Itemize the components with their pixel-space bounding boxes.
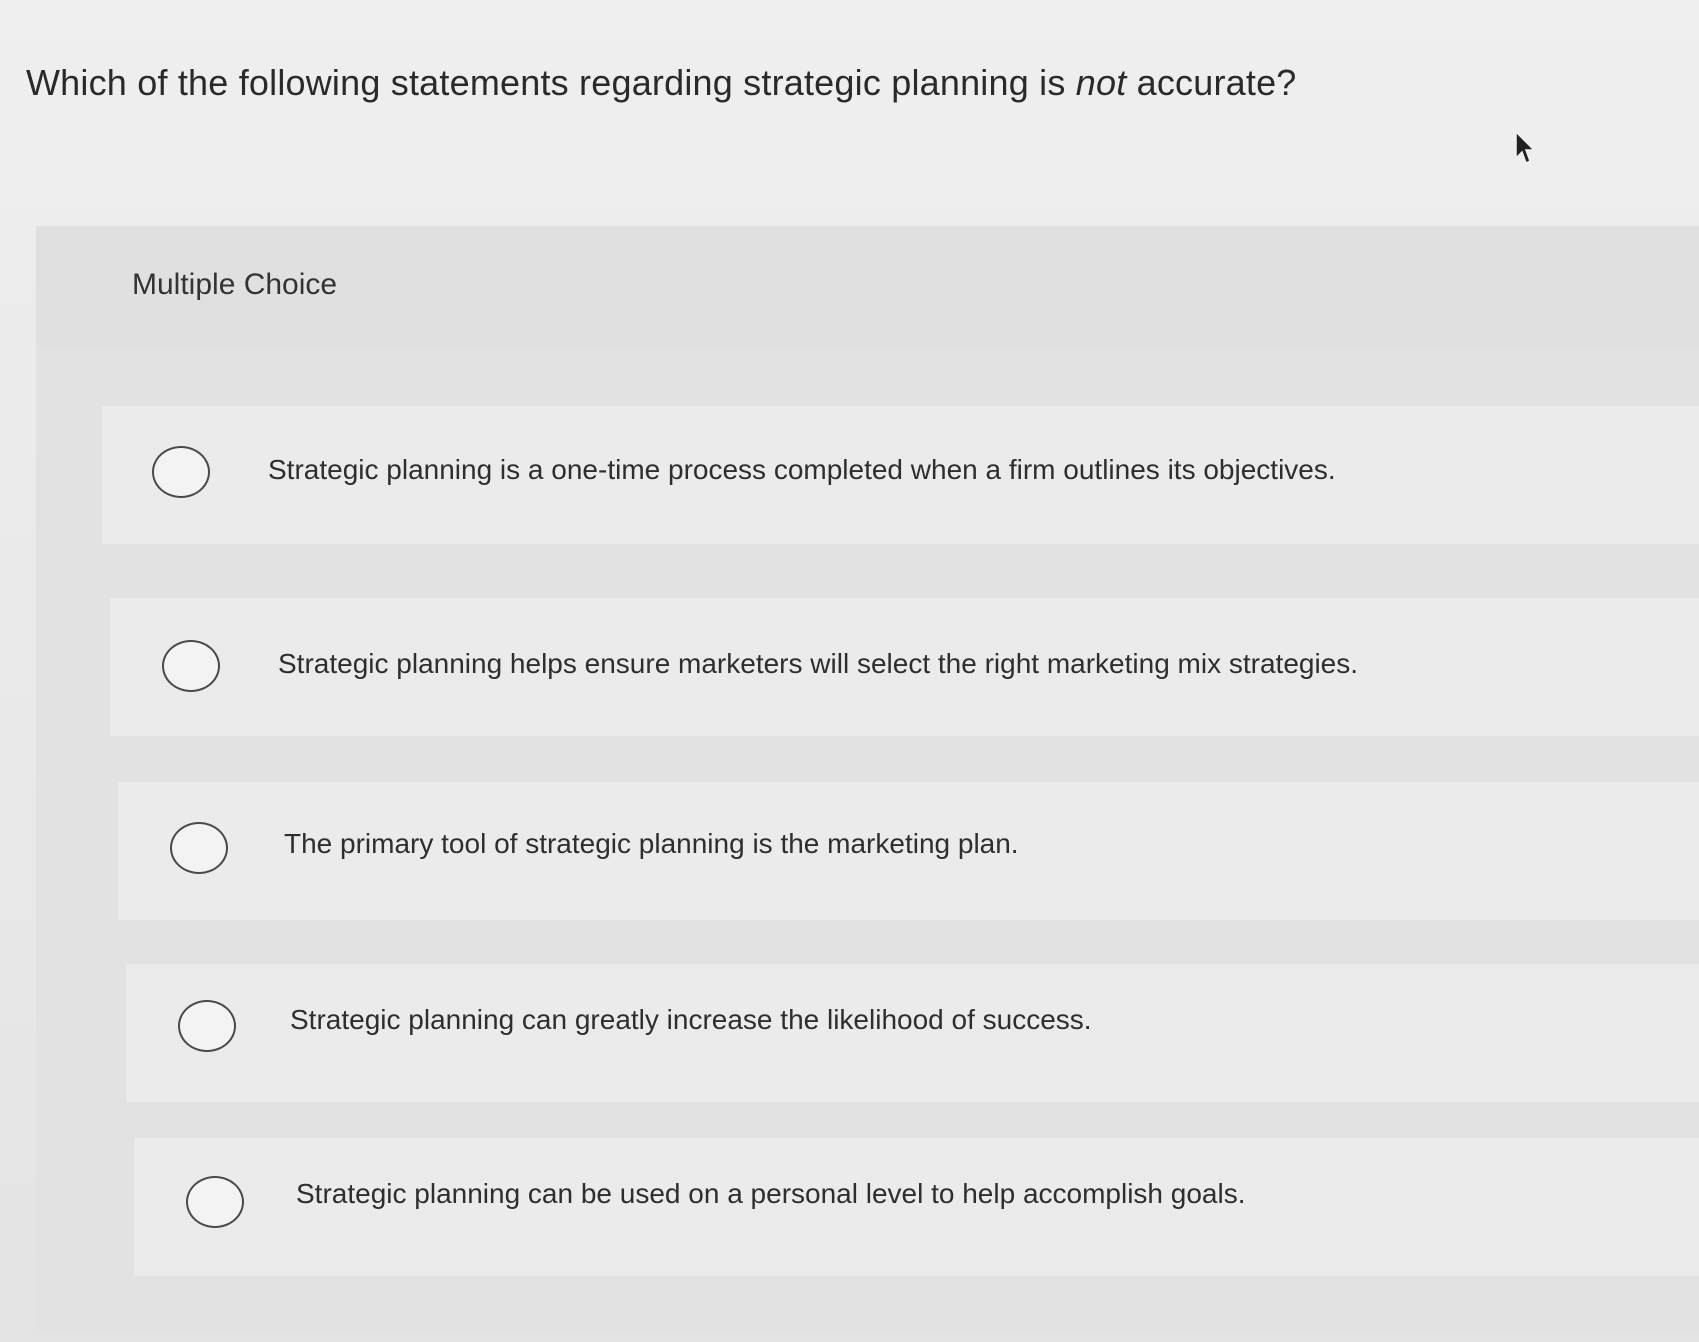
- panel-header: Multiple Choice: [36, 226, 1699, 346]
- radio-button-e[interactable]: [186, 1176, 244, 1228]
- question-type-label: Multiple Choice: [132, 268, 338, 301]
- mouse-cursor-icon: [1515, 130, 1536, 165]
- question-suffix: accurate?: [1126, 62, 1297, 103]
- option-d-label: Strategic planning can greatly increase …: [290, 1004, 1092, 1035]
- question-emphasis: not: [1075, 62, 1127, 103]
- radio-button-d[interactable]: [178, 1000, 236, 1052]
- option-b-label: Strategic planning helps ensure marketer…: [278, 648, 1359, 679]
- radio-button-c[interactable]: [170, 822, 228, 874]
- radio-button-b[interactable]: [162, 640, 220, 692]
- option-e-label: Strategic planning can be used on a pers…: [296, 1178, 1246, 1209]
- answer-panel: Multiple Choice Strategic planning is a …: [36, 226, 1699, 1330]
- option-c-label: The primary tool of strategic planning i…: [284, 828, 1019, 859]
- radio-button-a[interactable]: [152, 446, 210, 498]
- option-c[interactable]: The primary tool of strategic planning i…: [118, 782, 1699, 920]
- option-e[interactable]: Strategic planning can be used on a pers…: [134, 1138, 1699, 1276]
- option-a[interactable]: Strategic planning is a one-time process…: [102, 406, 1699, 544]
- option-d[interactable]: Strategic planning can greatly increase …: [126, 964, 1699, 1102]
- option-a-label: Strategic planning is a one-time process…: [268, 454, 1336, 485]
- question-text: Which of the following statements regard…: [26, 62, 1297, 104]
- option-b[interactable]: Strategic planning helps ensure marketer…: [110, 598, 1699, 736]
- question-prefix: Which of the following statements regard…: [26, 62, 1076, 103]
